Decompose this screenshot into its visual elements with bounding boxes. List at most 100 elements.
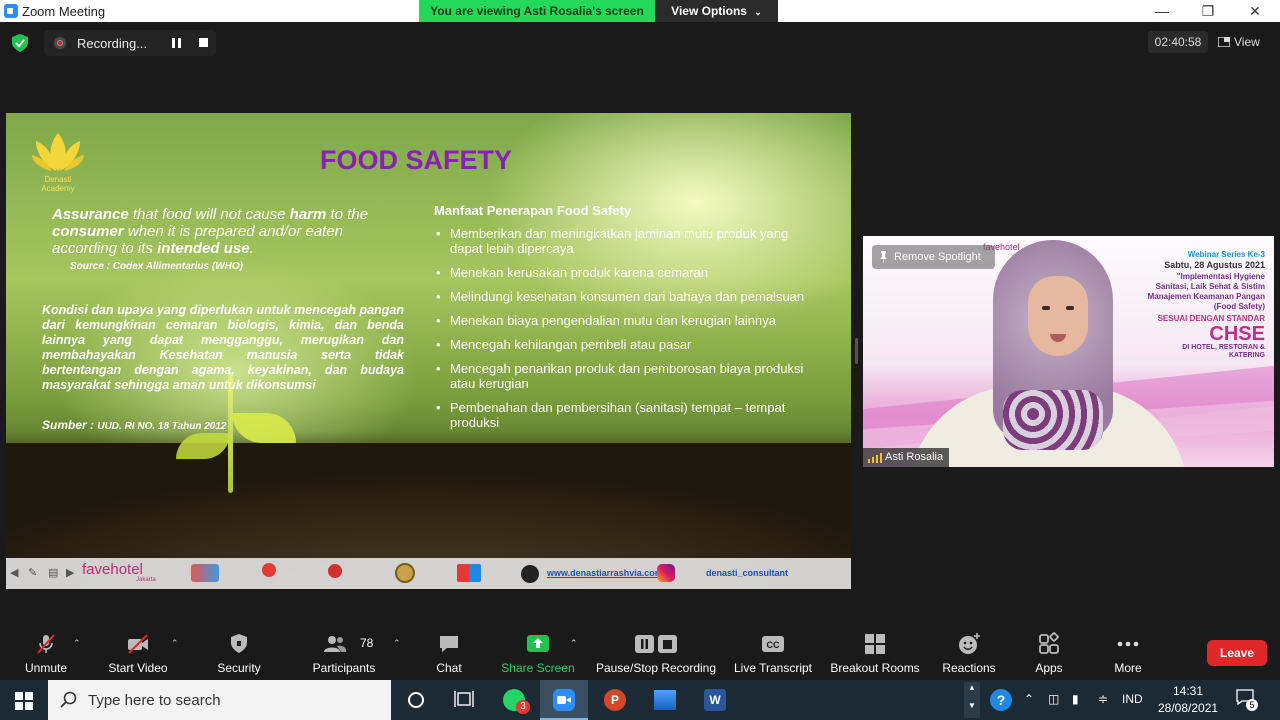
taskbar-search-box[interactable]: Type here to search [48, 680, 391, 720]
task-view-icon [454, 691, 474, 707]
smiley-icon [959, 633, 980, 654]
instagram-icon [657, 564, 675, 582]
view-options-button[interactable]: View Options ⌄ [655, 0, 778, 22]
pause-recording-icon[interactable] [172, 38, 182, 48]
leave-meeting-button[interactable]: Leave [1207, 640, 1267, 666]
remove-spotlight-button[interactable]: Remove Spotlight [872, 245, 995, 269]
windows-start-icon[interactable] [15, 692, 33, 710]
tray-up-arrow-icon: ▲ [968, 683, 976, 692]
taskbar-zoom[interactable] [540, 680, 588, 720]
more-label: More [1114, 661, 1142, 675]
split-view-handle[interactable] [855, 338, 858, 364]
apps-label: Apps [1035, 661, 1063, 675]
notification-center-button[interactable]: 5 [1236, 689, 1260, 711]
webinar-date: Sabtu, 28 Agustus 2021 [1164, 260, 1265, 270]
slide-title: FOOD SAFETY [320, 145, 513, 175]
start-video-button[interactable]: Start Video [104, 626, 172, 680]
unmute-button[interactable]: Unmute [14, 626, 78, 680]
share-options-caret[interactable]: ⌃ [570, 638, 578, 649]
breakout-rooms-icon [865, 634, 885, 654]
footer-website: www.denastiarrashvia.com [547, 568, 663, 578]
taskbar-whatsapp[interactable]: 3 [490, 680, 538, 720]
webinar-topic: "Implementasi Hygiene Sanitasi, Laik Seh… [1147, 272, 1265, 311]
meeting-timer: 02:40:58 [1148, 31, 1208, 53]
chat-label: Chat [436, 661, 462, 675]
participant-name-tag: Asti Rosalia [863, 448, 950, 467]
sponsor-logo [262, 563, 276, 577]
wifi-icon[interactable]: ≑ [1098, 692, 1108, 706]
audio-options-caret[interactable]: ⌃ [73, 638, 81, 649]
definition-paragraph: Kondisi dan upaya yang diperlukan untuk … [42, 303, 404, 392]
device-icon[interactable]: ◫ [1048, 692, 1059, 706]
lotus-logo-icon [32, 133, 84, 171]
benefit-item: Mencegah penarikan produk dan pemborosan… [434, 361, 824, 391]
webinar-chse: CHSE [1209, 323, 1265, 345]
close-window-button[interactable]: ✕ [1232, 0, 1278, 22]
pause-stop-label: Pause/Stop Recording [595, 661, 717, 675]
more-button[interactable]: More [1104, 626, 1152, 680]
maximize-button[interactable]: ❐ [1185, 0, 1231, 22]
participants-label: Participants [312, 661, 376, 675]
globe-icon [521, 565, 539, 583]
codex-quote: Assurance that food will not cause harm … [52, 206, 392, 257]
chevron-down-icon: ⌄ [754, 7, 762, 17]
video-options-caret[interactable]: ⌃ [171, 638, 179, 649]
participant-video-tile[interactable]: favehotel Webinar Series Ke-3 Sabtu, 28 … [863, 236, 1274, 467]
stop-recording-icon[interactable] [199, 38, 208, 47]
minimize-button[interactable]: — [1139, 0, 1185, 22]
menu-icon: ▤ [48, 567, 59, 579]
encryption-shield-icon[interactable] [12, 34, 28, 52]
security-shield-icon [231, 634, 247, 653]
webinar-series: Webinar Series Ke-3 [1187, 250, 1265, 259]
live-transcript-label: Live Transcript [733, 661, 813, 675]
tray-down-arrow-icon: ▼ [968, 701, 976, 710]
taskbar-powerpoint[interactable]: P [590, 680, 638, 720]
denasti-academy-logo: Denasti Academy [26, 131, 90, 201]
share-screen-icon [527, 635, 549, 652]
task-view-button[interactable] [440, 680, 488, 720]
recording-label: Recording... [77, 36, 148, 51]
live-transcript-button[interactable]: CC Live Transcript [730, 626, 816, 680]
sponsor-logo [191, 564, 219, 582]
powerpoint-icon: P [604, 689, 626, 711]
input-language[interactable]: IND [1122, 692, 1143, 706]
security-button[interactable]: Security [210, 626, 268, 680]
more-dots-icon [1117, 641, 1139, 647]
share-screen-button[interactable]: Share Screen [498, 626, 578, 680]
cortana-button[interactable] [392, 680, 440, 720]
breakout-rooms-button[interactable]: Breakout Rooms [826, 626, 924, 680]
pin-icon [880, 251, 887, 263]
help-icon[interactable]: ? [990, 689, 1012, 711]
quote-text: to the [326, 206, 369, 223]
participants-button[interactable]: 78 Participants [306, 626, 382, 680]
system-clock[interactable]: 14:31 28/08/2021 [1158, 683, 1218, 717]
chat-button[interactable]: Chat [424, 626, 474, 680]
scroll-tray[interactable]: ▲ ▼ [964, 682, 980, 718]
taskbar-word[interactable]: W [690, 680, 738, 720]
view-layout-button[interactable]: View [1217, 31, 1274, 53]
search-icon [60, 691, 77, 708]
footer-instagram: denasti_consultant [706, 568, 789, 578]
prev-arrow-icon: ◀ [10, 567, 19, 579]
show-hidden-icons[interactable]: ⌃ [1024, 692, 1034, 706]
definition-source: Sumber : UUD. RI NO. 18 Tahun 2012 [42, 418, 226, 432]
clock-date: 28/08/2021 [1158, 701, 1219, 715]
svg-text:CC: CC [767, 640, 780, 650]
battery-icon[interactable]: ▮ [1072, 692, 1079, 706]
audio-level-icon [868, 453, 882, 463]
reactions-button[interactable]: Reactions [936, 626, 1002, 680]
sponsor-seal [395, 563, 415, 583]
taskbar-photos[interactable] [640, 680, 688, 720]
video-off-icon [128, 634, 148, 654]
sumber-label: Sumber : [42, 418, 98, 432]
quote-emphasis: harm [289, 206, 327, 223]
sponsor-logo [328, 564, 342, 578]
benefit-item: Menekan biaya pengendalian mutu dan keru… [434, 313, 824, 328]
notification-count: 5 [1246, 699, 1258, 711]
pause-stop-recording-button[interactable]: Pause/Stop Recording [594, 626, 718, 680]
participants-options-caret[interactable]: ⌃ [393, 638, 401, 649]
cortana-icon [408, 692, 424, 708]
benefit-item: Mencegah kehilangan pembeli atau pasar [434, 337, 824, 352]
participant-face [1028, 276, 1088, 356]
apps-button[interactable]: Apps [1024, 626, 1074, 680]
